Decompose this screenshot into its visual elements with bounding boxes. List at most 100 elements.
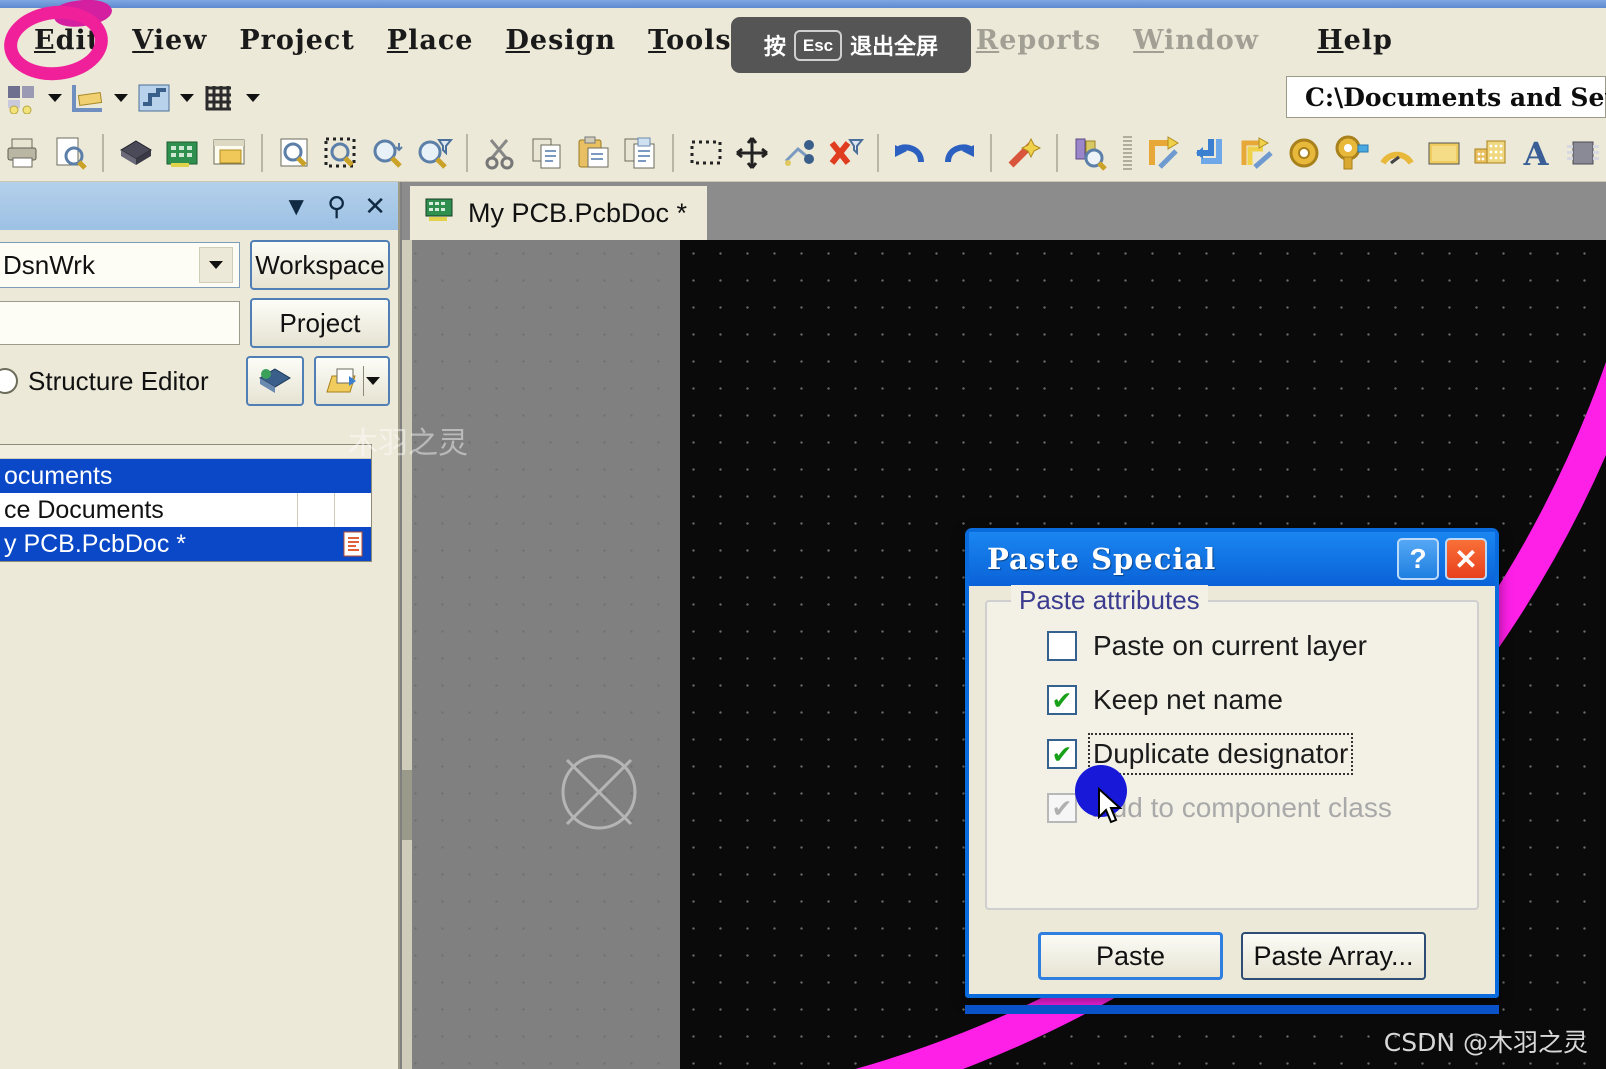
copy-icon[interactable] <box>524 130 570 176</box>
paste-attributes-group-title: Paste attributes <box>1011 585 1208 616</box>
checkbox-keep-net-name[interactable] <box>1047 685 1077 715</box>
layer-stack-dropdown[interactable] <box>176 78 198 118</box>
zoom-in-icon[interactable] <box>365 130 411 176</box>
checkbox-row-duplicate-designator[interactable]: Duplicate designator <box>1047 733 1459 775</box>
document-window-icon[interactable] <box>205 130 251 176</box>
chevron-down-icon <box>48 94 62 102</box>
menu-label-window: Window <box>1133 24 1260 56</box>
undo-icon[interactable] <box>888 130 934 176</box>
menu-item-help[interactable]: Help <box>1301 25 1409 56</box>
document-path-field[interactable]: C:\Documents and Setti <box>1286 76 1606 118</box>
place-fill-icon[interactable] <box>1420 130 1466 176</box>
checkbox-paste-on-current-layer[interactable] <box>1047 631 1077 661</box>
canvas-vertical-scrollbar[interactable] <box>402 240 412 1069</box>
toolbar-grip[interactable] <box>1123 135 1133 170</box>
tree-row-my-pcb-pcbdoc[interactable]: y PCB.PcbDoc * <box>0 527 371 561</box>
zoom-area-icon[interactable] <box>318 130 364 176</box>
project-button[interactable]: Project <box>250 298 390 348</box>
scrollbar-thumb[interactable] <box>402 770 412 840</box>
menu-item-design[interactable]: Design <box>489 25 632 56</box>
tree-row-source-documents[interactable]: ce Documents <box>0 493 371 527</box>
grid-dropdown[interactable] <box>242 78 264 118</box>
help-button[interactable]: ? <box>1397 538 1439 580</box>
wand-icon[interactable] <box>1001 130 1047 176</box>
dialog-body: Paste attributes Paste on current layer … <box>969 585 1495 910</box>
browse-components-icon[interactable] <box>1067 130 1113 176</box>
place-pad-icon[interactable] <box>1328 130 1374 176</box>
menu-label-place: Place <box>386 24 474 56</box>
workspace-combo[interactable]: DsnWrk <box>0 242 240 288</box>
pcb-doc-icon <box>424 196 456 231</box>
clear-filter-icon[interactable] <box>822 130 868 176</box>
checkbox-row-paste-on-current-layer[interactable]: Paste on current layer <box>1047 630 1459 662</box>
menu-label-reports: Reports <box>975 24 1102 56</box>
tree-row-label: ce Documents <box>4 495 164 524</box>
layer-stack-icon[interactable] <box>134 78 174 118</box>
redo-icon[interactable] <box>934 130 980 176</box>
menu-item-reports[interactable]: Reports <box>960 25 1117 56</box>
grid-icon[interactable] <box>200 78 240 118</box>
move-icon[interactable] <box>729 130 775 176</box>
checkbox-row-keep-net-name[interactable]: Keep net name <box>1047 684 1459 716</box>
interactive-route-icon[interactable] <box>1142 130 1188 176</box>
split-divider <box>362 366 364 396</box>
paste-special-dialog: Paste Special ? ✕ Paste attributes Paste… <box>965 528 1499 998</box>
print-preview-icon[interactable] <box>46 130 92 176</box>
select-area-icon[interactable] <box>683 130 729 176</box>
chevron-down-icon <box>209 261 223 269</box>
checkbox-label-add-to-component-class: Add to component class <box>1093 792 1392 823</box>
checkbox-duplicate-designator[interactable] <box>1047 739 1077 769</box>
print-icon[interactable] <box>0 130 46 176</box>
close-icon[interactable]: ✕ <box>364 193 386 219</box>
dialog-title: Paste Special <box>987 542 1217 576</box>
toolbar-separator <box>101 133 104 172</box>
route-multiple-icon[interactable] <box>1235 130 1281 176</box>
pcb-3d-view-button[interactable] <box>246 356 304 406</box>
pcb-3d-icon[interactable] <box>113 130 159 176</box>
board-options-dropdown[interactable] <box>44 78 66 118</box>
menu-item-project[interactable]: Project <box>223 25 370 56</box>
measure-dropdown[interactable] <box>110 78 132 118</box>
workspace-button[interactable]: Workspace <box>250 240 390 290</box>
measure-icon[interactable] <box>68 78 108 118</box>
altium-pcb-application-window: Edit View Project Place Design Tools Aut… <box>0 0 1606 1069</box>
menu-item-edit[interactable]: Edit <box>18 25 116 56</box>
projects-panel: ▼ ⚲ ✕ DsnWrk Workspace Project Structure… <box>0 182 400 1069</box>
window-title-edge <box>0 0 1606 8</box>
paste-special-icon[interactable] <box>616 130 662 176</box>
polygon-pour-icon[interactable] <box>1467 130 1513 176</box>
place-component-icon[interactable] <box>1560 130 1606 176</box>
place-via-icon[interactable] <box>1281 130 1327 176</box>
place-arc-icon[interactable] <box>1374 130 1420 176</box>
structure-editor-row: Structure Editor <box>0 356 390 406</box>
differential-pair-icon[interactable] <box>1189 130 1235 176</box>
tree-row-columns <box>297 493 371 527</box>
zoom-document-icon[interactable] <box>272 130 318 176</box>
board-options-icon[interactable] <box>2 78 42 118</box>
tree-row-documents[interactable]: ocuments <box>0 459 371 493</box>
workspace-combo-arrow[interactable] <box>199 247 233 283</box>
chevron-down-icon[interactable] <box>365 377 380 385</box>
checkbox-label-duplicate-designator: Duplicate designator <box>1087 733 1354 775</box>
select-net-icon[interactable] <box>775 130 821 176</box>
pin-icon[interactable]: ⚲ <box>327 193 346 219</box>
open-documents-button[interactable] <box>314 356 390 406</box>
paste-button[interactable]: Paste <box>1038 932 1223 980</box>
pcb-board-icon[interactable] <box>159 130 205 176</box>
zoom-filter-icon[interactable] <box>411 130 457 176</box>
svg-text:A: A <box>1523 135 1550 171</box>
paste-array-button[interactable]: Paste Array... <box>1241 932 1426 980</box>
menu-label-edit: Edit <box>34 24 101 56</box>
tree-col-status <box>299 527 335 561</box>
menu-item-window[interactable]: Window <box>1117 25 1275 56</box>
paste-icon[interactable] <box>570 130 616 176</box>
place-text-icon[interactable]: A <box>1513 130 1559 176</box>
cut-icon[interactable] <box>477 130 523 176</box>
menu-item-place[interactable]: Place <box>371 25 490 56</box>
project-input[interactable] <box>0 301 240 345</box>
document-tab-my-pcb[interactable]: My PCB.PcbDoc * <box>410 186 708 240</box>
structure-editor-radio[interactable] <box>0 368 18 394</box>
chevron-down-icon[interactable]: ▼ <box>283 193 309 219</box>
menu-item-view[interactable]: View <box>116 25 223 56</box>
close-button[interactable]: ✕ <box>1445 538 1487 580</box>
